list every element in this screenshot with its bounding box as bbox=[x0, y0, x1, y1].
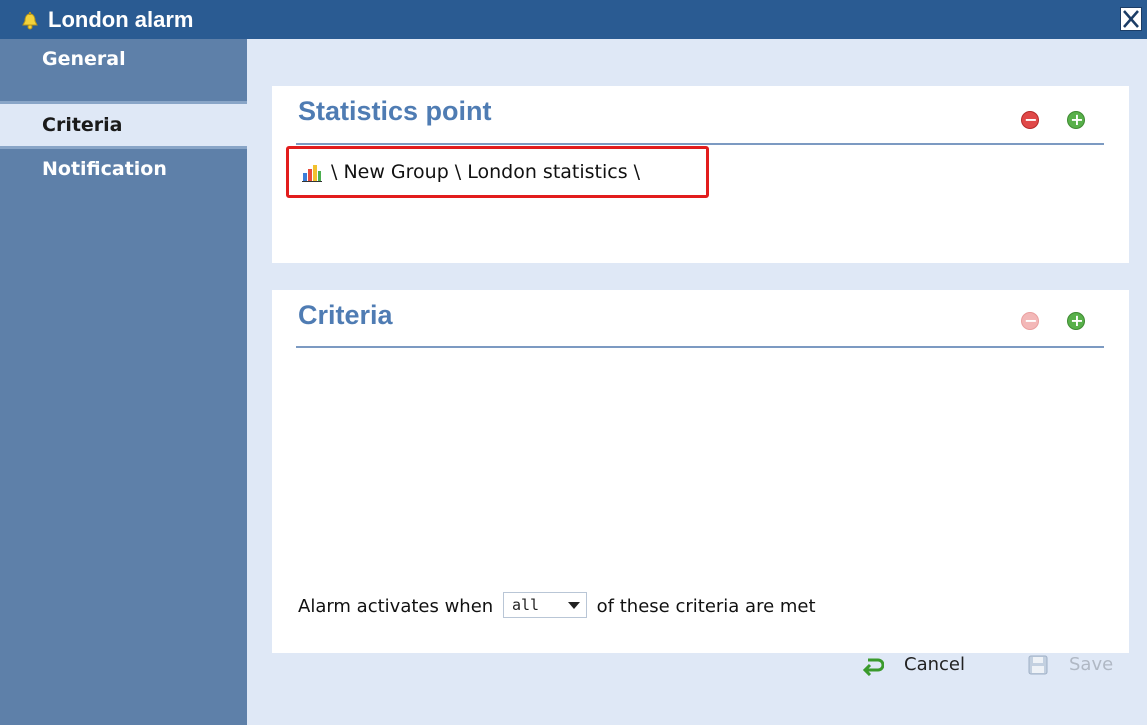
save-disk-icon bbox=[1027, 654, 1049, 676]
add-criteria-button[interactable]: + bbox=[1067, 312, 1085, 330]
criteria-match-value: all bbox=[511, 596, 540, 614]
panel-divider bbox=[296, 143, 1104, 145]
close-icon bbox=[1121, 10, 1141, 34]
statistics-chart-icon bbox=[301, 161, 323, 183]
alarm-condition-suffix: of these criteria are met bbox=[596, 596, 816, 617]
alarm-condition-prefix: Alarm activates when bbox=[298, 596, 494, 617]
remove-statistics-point-button[interactable]: − bbox=[1021, 111, 1039, 129]
criteria-title: Criteria bbox=[298, 300, 393, 330]
sidebar-item-general[interactable]: General bbox=[0, 41, 247, 79]
statistics-point-panel: Statistics point − + \ New Group \ Londo… bbox=[272, 86, 1129, 263]
sidebar-item-label: Notification bbox=[42, 158, 167, 180]
statistics-point-path: \ New Group \ London statistics \ bbox=[331, 161, 641, 183]
cancel-label: Cancel bbox=[904, 654, 965, 675]
sidebar-item-criteria[interactable]: Criteria bbox=[0, 104, 247, 146]
criteria-panel: Criteria − + Alarm activates when all of… bbox=[272, 290, 1129, 653]
remove-criteria-button[interactable]: − bbox=[1021, 312, 1039, 330]
plus-icon: + bbox=[1070, 311, 1084, 330]
sidebar: General Criteria Notification bbox=[0, 39, 247, 725]
sidebar-item-label: Criteria bbox=[42, 114, 123, 136]
alarm-dialog: London alarm General Criteria Notificati… bbox=[0, 0, 1147, 725]
sidebar-item-notification[interactable]: Notification bbox=[0, 148, 247, 190]
close-button[interactable] bbox=[1120, 7, 1142, 31]
save-label: Save bbox=[1069, 654, 1114, 675]
undo-arrow-icon bbox=[862, 654, 885, 677]
alarm-condition-line: Alarm activates when all of these criter… bbox=[298, 591, 816, 623]
title-bar: London alarm bbox=[0, 0, 1147, 39]
alarm-bell-icon bbox=[20, 11, 40, 31]
minus-icon: − bbox=[1024, 311, 1038, 330]
add-statistics-point-button[interactable]: + bbox=[1067, 111, 1085, 129]
statistics-point-title: Statistics point bbox=[298, 96, 492, 126]
minus-icon: − bbox=[1024, 110, 1038, 129]
plus-icon: + bbox=[1070, 110, 1084, 129]
window-title: London alarm bbox=[48, 7, 194, 32]
chevron-down-icon bbox=[567, 602, 580, 609]
statistics-point-item[interactable]: \ New Group \ London statistics \ bbox=[286, 146, 709, 198]
sidebar-item-label: General bbox=[42, 48, 126, 70]
panel-divider bbox=[296, 346, 1104, 348]
criteria-match-select[interactable]: all bbox=[502, 592, 587, 618]
